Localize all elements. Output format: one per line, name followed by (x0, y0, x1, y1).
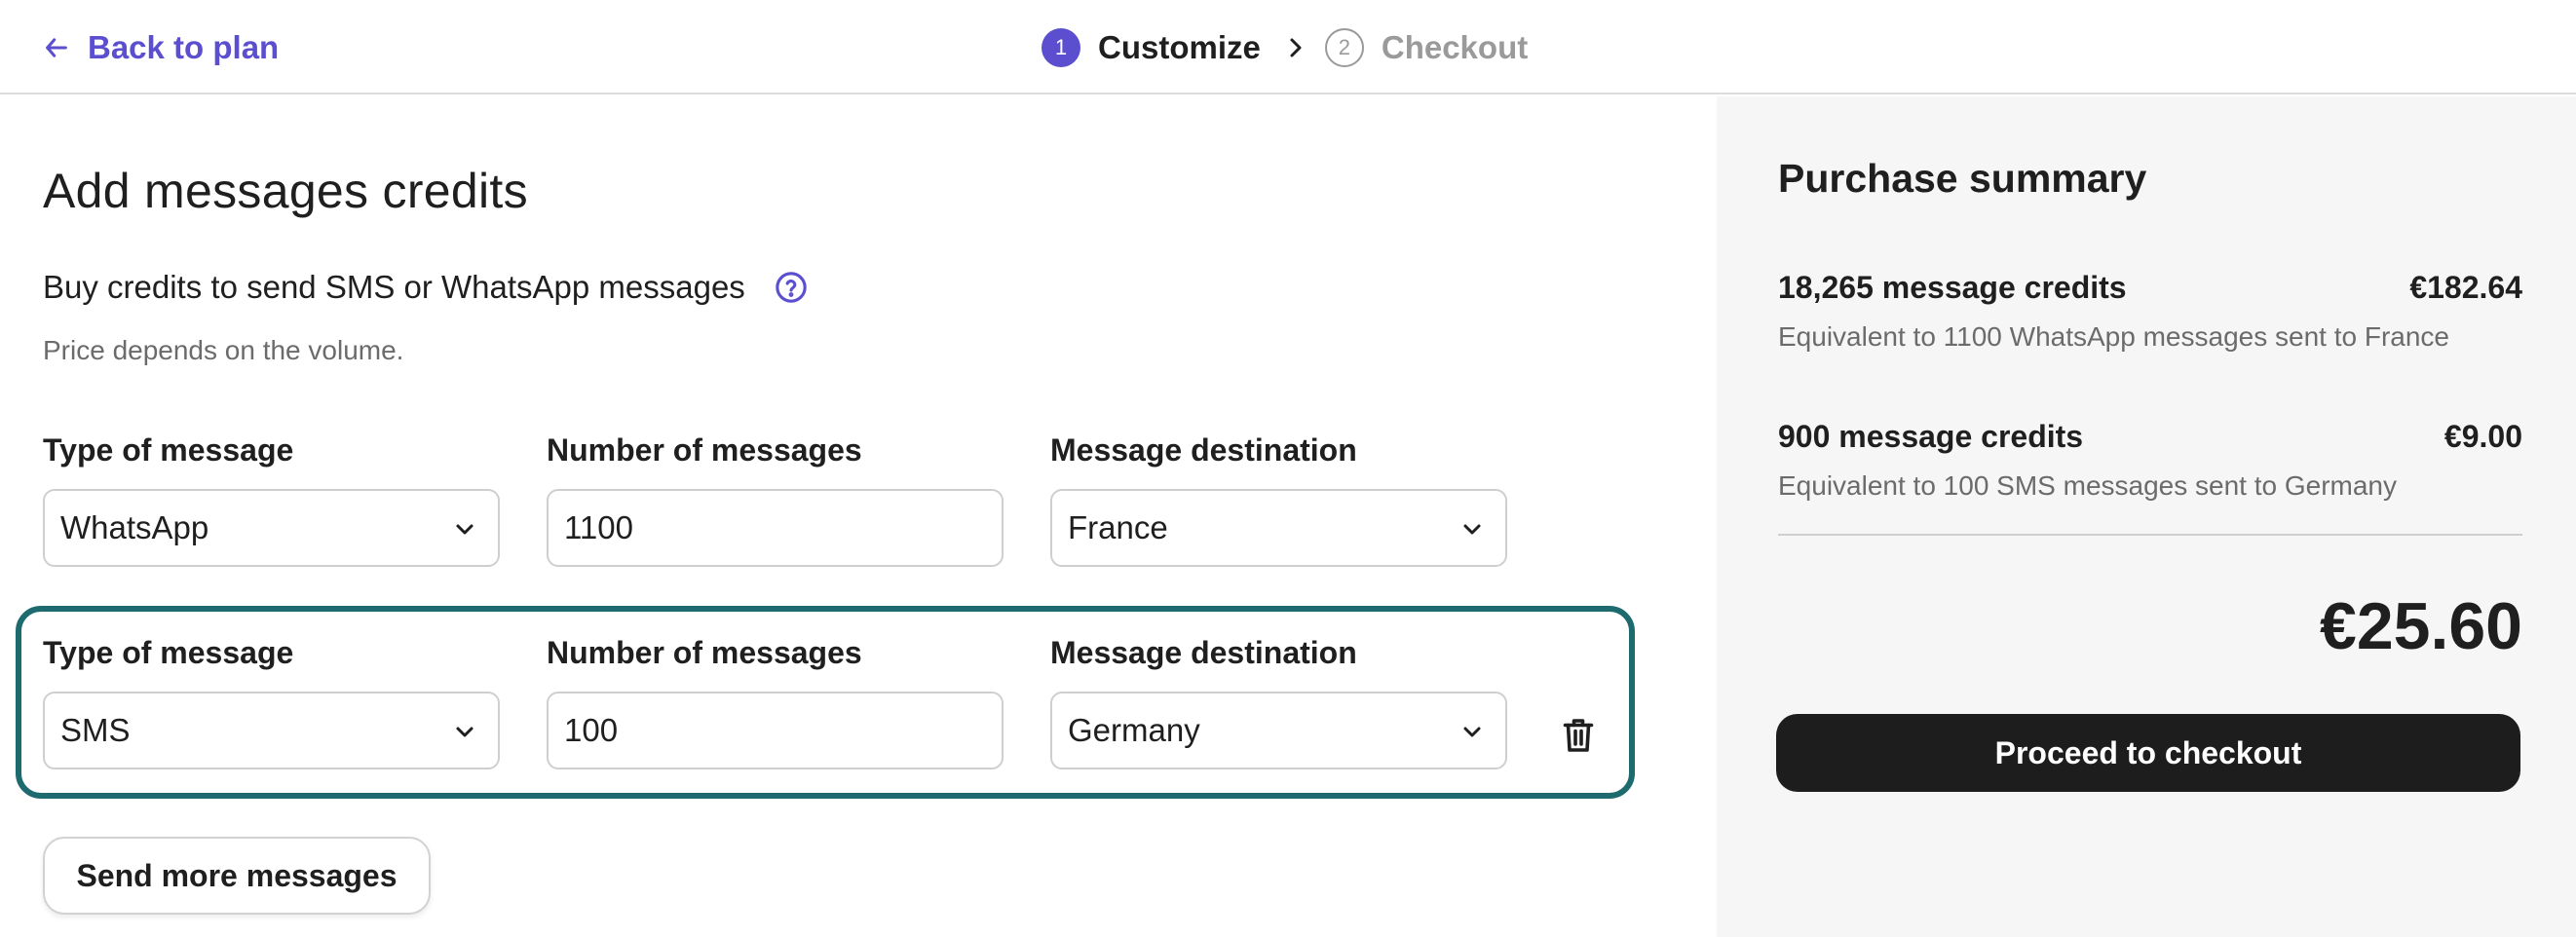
row-1-type-field: Type of message WhatsApp (43, 432, 500, 567)
chevron-down-icon (456, 524, 474, 535)
type-of-message-label: Type of message (43, 432, 294, 468)
row-1-type-value: WhatsApp (60, 509, 209, 545)
page-subtitle: Buy credits to send SMS or WhatsApp mess… (43, 269, 745, 305)
back-to-plan-link[interactable]: Back to plan (43, 29, 279, 66)
line-item-credits: 18,265 message credits (1778, 270, 2127, 305)
row-1-number-input[interactable]: 1100 (547, 489, 1004, 567)
number-of-messages-label: Number of messages (547, 635, 862, 670)
message-destination-label: Message destination (1050, 432, 1357, 468)
line-item-price: €182.64 (2409, 270, 2522, 305)
send-more-messages-button[interactable]: Send more messages (43, 837, 431, 915)
page-title: Add messages credits (43, 164, 528, 218)
summary-divider (1778, 534, 2522, 536)
back-to-plan-label: Back to plan (88, 29, 280, 65)
number-of-messages-label: Number of messages (547, 432, 862, 468)
line-item-detail: Equivalent to 1100 WhatsApp messages sen… (1778, 321, 2449, 352)
type-of-message-label: Type of message (43, 635, 294, 670)
line-item-price: €9.00 (2443, 419, 2522, 454)
chevron-down-icon (456, 727, 474, 737)
row-2-type-field: Type of message SMS (43, 635, 500, 769)
summary-line-item: 900 message credits €9.00 Equivalent to … (1778, 419, 2522, 502)
summary-title: Purchase summary (1778, 156, 2147, 201)
price-hint: Price depends on the volume. (43, 335, 404, 365)
step-2-number: 2 (1324, 28, 1364, 67)
help-icon[interactable] (775, 271, 808, 304)
chevron-down-icon (1463, 524, 1481, 535)
line-item-detail: Equivalent to 100 SMS messages sent to G… (1778, 470, 2397, 501)
row-1-destination-field: Message destination France (1050, 432, 1507, 567)
message-destination-label: Message destination (1050, 635, 1357, 670)
arrow-left-icon (46, 38, 67, 57)
row-2-number-field: Number of messages 100 (547, 635, 1004, 769)
row-2-destination-value: Germany (1068, 712, 1200, 748)
row-2-type-value: SMS (60, 712, 131, 748)
step-customize-label: Customize (1098, 29, 1261, 65)
row-1-type-select[interactable]: WhatsApp (43, 489, 500, 567)
row-1-number-field: Number of messages 1100 (547, 432, 1004, 567)
chevron-down-icon (1463, 727, 1481, 737)
purchase-summary-panel: Purchase summary 18,265 message credits … (1717, 96, 2576, 937)
subtitle-row: Buy credits to send SMS or WhatsApp mess… (43, 269, 808, 306)
step-checkout-label: Checkout (1381, 29, 1529, 65)
row-2-destination-select[interactable]: Germany (1050, 692, 1507, 769)
row-1-number-value: 1100 (564, 509, 633, 545)
chevron-right-icon (1290, 38, 1302, 57)
checkout-stepper: 1 Customize 2 Checkout (1042, 26, 1528, 69)
row-2-type-select[interactable]: SMS (43, 692, 500, 769)
trash-icon[interactable] (1561, 716, 1596, 755)
line-item-credits: 900 message credits (1778, 419, 2084, 454)
row-2-number-value: 100 (564, 712, 619, 748)
row-2-number-input[interactable]: 100 (547, 692, 1004, 769)
summary-total: €25.60 (2320, 589, 2522, 663)
main-content: Add messages credits Buy credits to send… (0, 96, 1717, 937)
row-1-destination-select[interactable]: France (1050, 489, 1507, 567)
step-1-number: 1 (1042, 28, 1080, 67)
summary-line-item: 18,265 message credits €182.64 Equivalen… (1778, 270, 2522, 353)
row-1-destination-value: France (1068, 509, 1168, 545)
row-2-destination-field: Message destination Germany (1050, 635, 1507, 769)
proceed-to-checkout-button[interactable]: Proceed to checkout (1776, 714, 2520, 792)
top-bar: Back to plan 1 Customize 2 Checkout (0, 0, 2576, 94)
